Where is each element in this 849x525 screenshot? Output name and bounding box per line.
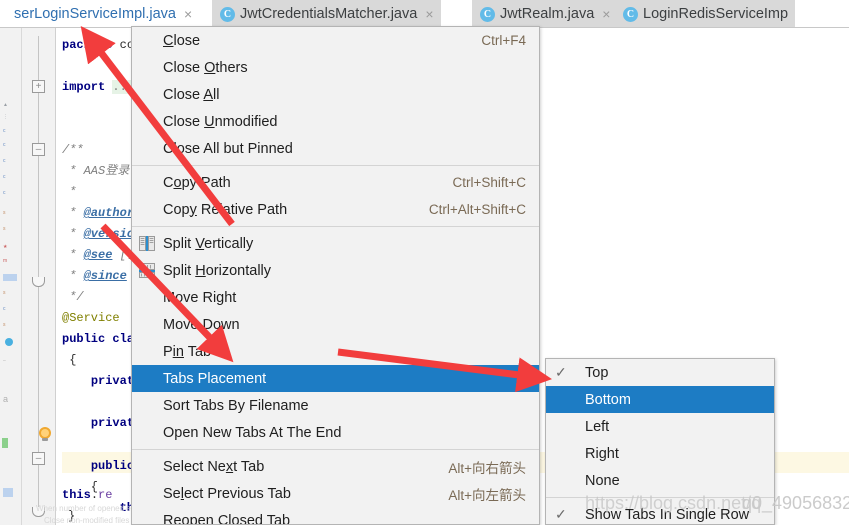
strip-icon-8[interactable]: s xyxy=(3,226,17,233)
submenu-label: Left xyxy=(585,418,610,435)
menu-shortcut: Ctrl+F4 xyxy=(481,33,526,48)
menu-label: Close All but Pinned xyxy=(163,140,293,157)
menu-item-split-horizontally[interactable]: Split Horizontally xyxy=(132,257,539,284)
submenu-label: Bottom xyxy=(585,391,631,408)
editor-gutter[interactable]: + – – xyxy=(22,28,56,525)
menu-item-copy-relative-path[interactable]: Copy Relative Path Ctrl+Alt+Shift+C xyxy=(132,196,539,223)
submenu-label: Show Tabs In Single Row xyxy=(585,506,750,523)
menu-shortcut: Ctrl+Alt+Shift+C xyxy=(428,202,526,217)
check-icon: ✓ xyxy=(555,506,567,522)
strip-icon-7[interactable]: s xyxy=(3,210,17,217)
tab-jwt-realm[interactable]: C JwtRealm.java × xyxy=(472,0,618,28)
class-icon: C xyxy=(480,6,495,22)
tab-label: LoginRedisServiceImp xyxy=(643,6,789,22)
menu-label: Move Down xyxy=(163,316,240,333)
submenu-label: Top xyxy=(585,364,609,381)
menu-item-move-right[interactable]: Move Right xyxy=(132,284,539,311)
class-icon: C xyxy=(623,6,638,22)
menu-label: Sort Tabs By Filename xyxy=(163,397,309,414)
menu-item-close-unmodified[interactable]: Close Unmodified xyxy=(132,108,539,135)
menu-item-select-previous-tab[interactable]: Select Previous Tab Alt+向左箭头 xyxy=(132,480,539,507)
submenu-label: Right xyxy=(585,445,619,462)
menu-shortcut: Ctrl+Shift+C xyxy=(452,175,526,190)
strip-icon-11[interactable] xyxy=(3,274,17,281)
submenu-item-right[interactable]: Right xyxy=(546,440,774,467)
submenu-separator-1 xyxy=(546,497,774,498)
tab-user-login-service-impl[interactable]: serLoginServiceImpl.java × xyxy=(6,0,200,28)
strip-icon-12[interactable]: s xyxy=(3,290,17,297)
tab-label: serLoginServiceImpl.java xyxy=(14,6,176,22)
menu-separator-3 xyxy=(132,449,539,450)
fold-collapse-javadoc[interactable]: – xyxy=(32,143,45,156)
check-icon: ✓ xyxy=(555,364,567,380)
strip-icon-15[interactable]: – xyxy=(3,358,17,365)
menu-shortcut: Alt+向左箭头 xyxy=(448,487,526,503)
intention-bulb-icon[interactable] xyxy=(36,426,54,444)
close-icon[interactable]: × xyxy=(425,6,433,22)
close-icon[interactable]: × xyxy=(184,6,192,22)
menu-item-close[interactable]: Close Ctrl+F4 xyxy=(132,27,539,54)
menu-item-reopen-closed-tab[interactable]: Reopen Closed Tab xyxy=(132,507,539,525)
chevron-right-icon xyxy=(522,374,528,382)
menu-item-sort-tabs-by-filename[interactable]: Sort Tabs By Filename xyxy=(132,392,539,419)
menu-item-pin-tab[interactable]: Pin Tab xyxy=(132,338,539,365)
menu-label: Move Right xyxy=(163,289,237,306)
split-horizontal-icon xyxy=(139,263,155,278)
strip-marker-blue[interactable] xyxy=(5,338,13,346)
menu-item-open-new-tabs-at-the-end[interactable]: Open New Tabs At The End xyxy=(132,419,539,446)
submenu-item-show-tabs-in-single-row[interactable]: ✓ Show Tabs In Single Row xyxy=(546,501,774,524)
menu-label: Reopen Closed Tab xyxy=(163,512,291,525)
menu-item-select-next-tab[interactable]: Select Next Tab Alt+向右箭头 xyxy=(132,453,539,480)
tabs-placement-submenu[interactable]: ✓ Top Bottom Left Right None ✓ Show Tabs… xyxy=(545,358,775,525)
menu-label: Tabs Placement xyxy=(163,370,267,387)
menu-shortcut: Alt+向右箭头 xyxy=(448,460,526,476)
strip-icon-13[interactable]: c xyxy=(3,306,17,313)
tab-login-redis-service-impl[interactable]: C LoginRedisServiceImp xyxy=(615,0,796,28)
ide-window: + – – package com.hua import ... /** * A… xyxy=(0,0,849,525)
strip-icon-4[interactable]: c xyxy=(3,158,17,165)
strip-icon-6[interactable]: c xyxy=(3,190,17,197)
strip-icon-a[interactable]: a xyxy=(3,395,17,404)
editor-tab-bar[interactable]: serLoginServiceImpl.java × C JwtCredenti… xyxy=(0,0,849,28)
menu-item-split-vertically[interactable]: Split Vertically xyxy=(132,230,539,257)
strip-icon-2[interactable]: c xyxy=(3,128,17,135)
menu-item-close-all[interactable]: Close All xyxy=(132,81,539,108)
menu-separator-1 xyxy=(132,165,539,166)
menu-item-copy-path[interactable]: Copy Path Ctrl+Shift+C xyxy=(132,169,539,196)
fold-javadoc-end[interactable] xyxy=(32,277,45,287)
strip-icon-10[interactable]: m xyxy=(3,258,17,265)
strip-icon-0[interactable]: ▲ xyxy=(3,102,17,109)
class-icon: C xyxy=(220,6,235,22)
indent-guide xyxy=(38,36,39,516)
source-code-line-this-re: this.re xyxy=(62,488,113,502)
menu-item-move-down[interactable]: Move Down xyxy=(132,311,539,338)
submenu-item-left[interactable]: Left xyxy=(546,413,774,440)
close-icon[interactable]: × xyxy=(602,6,610,22)
tab-label: JwtRealm.java xyxy=(500,6,595,22)
submenu-label: None xyxy=(585,472,620,489)
submenu-item-top[interactable]: ✓ Top xyxy=(546,359,774,386)
submenu-item-none[interactable]: None xyxy=(546,467,774,494)
strip-marker-blue-2[interactable] xyxy=(3,488,13,497)
fold-expand-import[interactable]: + xyxy=(32,80,45,93)
tab-jwt-credentials-matcher[interactable]: C JwtCredentialsMatcher.java × xyxy=(212,0,441,28)
menu-separator-2 xyxy=(132,226,539,227)
strip-icon-3[interactable]: c xyxy=(3,142,17,149)
submenu-item-bottom[interactable]: Bottom xyxy=(546,386,774,413)
strip-marker-green[interactable] xyxy=(2,438,8,448)
tab-label: JwtCredentialsMatcher.java xyxy=(240,6,418,22)
left-tool-strip[interactable]: ▲ ⋮ c c c c c s s ★ m s c s – a xyxy=(0,18,22,525)
fold-collapse-method[interactable]: – xyxy=(32,452,45,465)
split-vertical-icon xyxy=(139,236,155,251)
strip-icon-1[interactable]: ⋮ xyxy=(3,114,17,121)
menu-label: Open New Tabs At The End xyxy=(163,424,342,441)
menu-item-close-all-but-pinned[interactable]: Close All but Pinned xyxy=(132,135,539,162)
tab-context-menu[interactable]: Close Ctrl+F4 Close Others Close All Clo… xyxy=(131,26,540,525)
menu-item-close-others[interactable]: Close Others xyxy=(132,54,539,81)
strip-icon-14[interactable]: s xyxy=(3,322,17,329)
strip-icon-9[interactable]: ★ xyxy=(3,244,17,251)
ghost-text-close-nonmodified: Close non-modified files first xyxy=(44,516,145,525)
strip-icon-5[interactable]: c xyxy=(3,174,17,181)
menu-item-tabs-placement[interactable]: Tabs Placement xyxy=(132,365,539,392)
